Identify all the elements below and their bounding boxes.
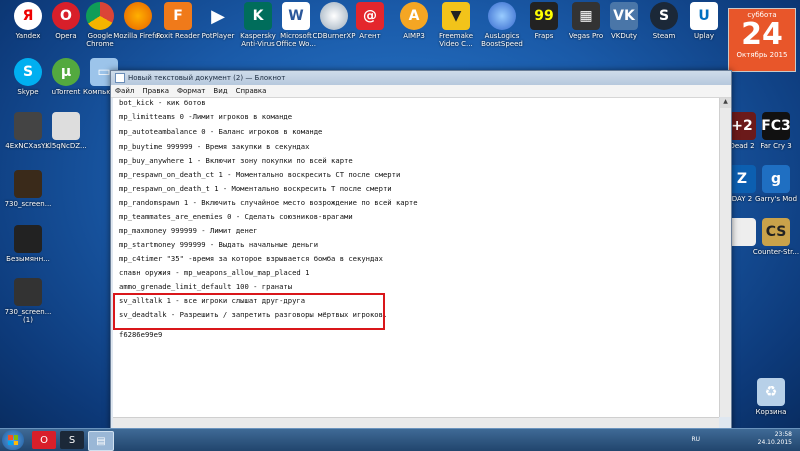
fraps-icon: 99 — [530, 2, 558, 30]
skype-icon: S — [14, 58, 42, 86]
foxit-icon: F — [164, 2, 192, 30]
vertical-scrollbar[interactable]: ▲ — [719, 98, 731, 417]
file3-label: 730_screen... — [4, 200, 52, 208]
menu-help[interactable]: Справка — [232, 87, 271, 95]
text-editor[interactable]: bot_kick - кик ботов mp_limitteams 0 -Ли… — [113, 98, 719, 417]
menu-view[interactable]: Вид — [209, 87, 231, 95]
calendar-month: Октябрь 2015 — [736, 51, 788, 59]
firefox-icon — [124, 2, 152, 30]
file4-shortcut[interactable]: Безымянн... — [2, 225, 54, 263]
window-titlebar[interactable]: Новый текстовый документ (2) — Блокнот — [111, 71, 731, 85]
text-line: mp_buy_anywhere 1 - Включит зону покупки… — [119, 156, 353, 165]
text-line: спавн оружия - mp_weapons_allow_map_plac… — [119, 268, 310, 277]
menu-file[interactable]: Файл — [111, 87, 138, 95]
start-button[interactable] — [2, 430, 24, 450]
garrysmod-shortcut[interactable]: g Garry's Mod — [750, 165, 800, 203]
counterstrike-label: Counter-Str... — [752, 248, 800, 256]
uplay-shortcut[interactable]: U Uplay — [678, 2, 730, 40]
freemake-icon: ▼ — [442, 2, 470, 30]
image-file-icon — [14, 170, 42, 198]
image-file-icon — [14, 225, 42, 253]
image-file-icon — [14, 112, 42, 140]
notepad-icon — [115, 73, 125, 83]
text-line: mp_autoteambalance 0 - Баланс игроков в … — [119, 127, 323, 136]
steam-icon: S — [650, 2, 678, 30]
text-line: mp_limitteams 0 -Лимит игроков в команде — [119, 112, 293, 121]
menu-edit[interactable]: Правка — [138, 87, 173, 95]
taskbar-notepad-button[interactable]: ▤ — [88, 431, 114, 451]
film-icon: ▦ — [572, 2, 600, 30]
text-line: mp_c4timer "35" -время за которое взрыва… — [119, 254, 383, 263]
text-line: mp_teammates_are_enemies 0 - Сделать сою… — [119, 212, 353, 221]
text-line: mp_randomspawn 1 - Включить случайное ме… — [119, 198, 418, 207]
menu-bar: Файл Правка Формат Вид Справка — [111, 85, 731, 98]
calendar-day: 24 — [741, 17, 783, 52]
vk-icon: VK — [610, 2, 638, 30]
scroll-up-icon[interactable]: ▲ — [720, 98, 731, 108]
text-line: bot_kick - кик ботов — [119, 98, 206, 107]
file5-label: 730_screen... (1) — [4, 308, 52, 324]
recycle-label: Корзина — [755, 408, 787, 416]
opera-icon: O — [40, 434, 48, 446]
highlight-box — [113, 293, 385, 330]
notepad-icon: ▤ — [96, 435, 106, 447]
garrysmod-label: Garry's Mod — [754, 195, 798, 203]
text-line: mp_respawn_on_death_ct 1 - Моментально в… — [119, 170, 401, 179]
system-clock[interactable]: 23:58 24.10.2015 — [758, 431, 792, 447]
uplay-icon: U — [690, 2, 718, 30]
play-icon: ▶ — [211, 5, 225, 27]
uplay-label: Uplay — [694, 32, 714, 40]
text-line: mp_maxmoney 999999 - Лимит денег — [119, 226, 258, 235]
language-indicator[interactable]: RU — [691, 436, 700, 443]
text-line: f6286e99e9 — [119, 330, 163, 339]
clock-date: 24.10.2015 — [757, 439, 792, 446]
text-line: ammo_grenade_limit_default 100 - гранаты — [119, 282, 293, 291]
farcry-icon: FC3 — [761, 112, 791, 140]
taskbar: O S ▤ RU 23:58 24.10.2015 — [0, 428, 800, 451]
steam-icon: S — [68, 434, 76, 446]
kaspersky-icon: K — [244, 2, 272, 30]
counterstrike-shortcut[interactable]: CS Counter-Str... — [750, 218, 800, 256]
taskbar-opera-button[interactable]: O — [32, 431, 56, 449]
windows-logo-icon — [8, 435, 18, 445]
farcry3-label: Far Cry 3 — [760, 142, 792, 150]
calendar-gadget: суббота 24 Октябрь 2015 — [728, 8, 796, 72]
freemake-shortcut[interactable]: ▼ Freemake Video C... — [430, 2, 482, 48]
recycle-bin-icon: ♻ — [757, 378, 785, 406]
document-icon — [52, 112, 80, 140]
boostspeed-icon — [488, 2, 516, 30]
image-file-icon — [14, 278, 42, 306]
file2-shortcut[interactable]: Kl5qNcDZ... — [40, 112, 92, 150]
recycle-bin[interactable]: ♻ Корзина — [745, 378, 797, 416]
taskbar-steam-button[interactable]: S — [60, 431, 84, 449]
cs-icon: CS — [762, 218, 790, 246]
file2-label: Kl5qNcDZ... — [45, 142, 87, 150]
farcry3-shortcut[interactable]: FC3 Far Cry 3 — [750, 112, 800, 150]
mailru-icon: @ — [356, 2, 384, 30]
chrome-icon — [86, 2, 114, 30]
menu-format[interactable]: Формат — [173, 87, 209, 95]
aimp-icon: A — [400, 2, 428, 30]
file5-shortcut[interactable]: 730_screen... (1) — [2, 278, 54, 324]
yandex-icon: Я — [14, 2, 42, 30]
notepad-window[interactable]: Новый текстовый документ (2) — Блокнот Ф… — [110, 70, 732, 430]
word-icon: W — [282, 2, 310, 30]
text-line: mp_respawn_on_death_t 1 - Моментально во… — [119, 184, 392, 193]
file4-label: Безымянн... — [6, 255, 50, 263]
freemake-label: Freemake Video C... — [438, 32, 474, 48]
clock-time: 23:58 — [774, 431, 792, 438]
window-title: Новый текстовый документ (2) — Блокнот — [128, 74, 286, 82]
text-line: mp_buytime 999999 - Время закупки в секу… — [119, 142, 310, 151]
gmod-icon: g — [762, 165, 790, 193]
file3-shortcut[interactable]: 730_screen... — [2, 170, 54, 208]
utorrent-icon: µ — [52, 58, 80, 86]
text-line: mp_startmoney 999999 - Выдать начальные … — [119, 240, 319, 249]
